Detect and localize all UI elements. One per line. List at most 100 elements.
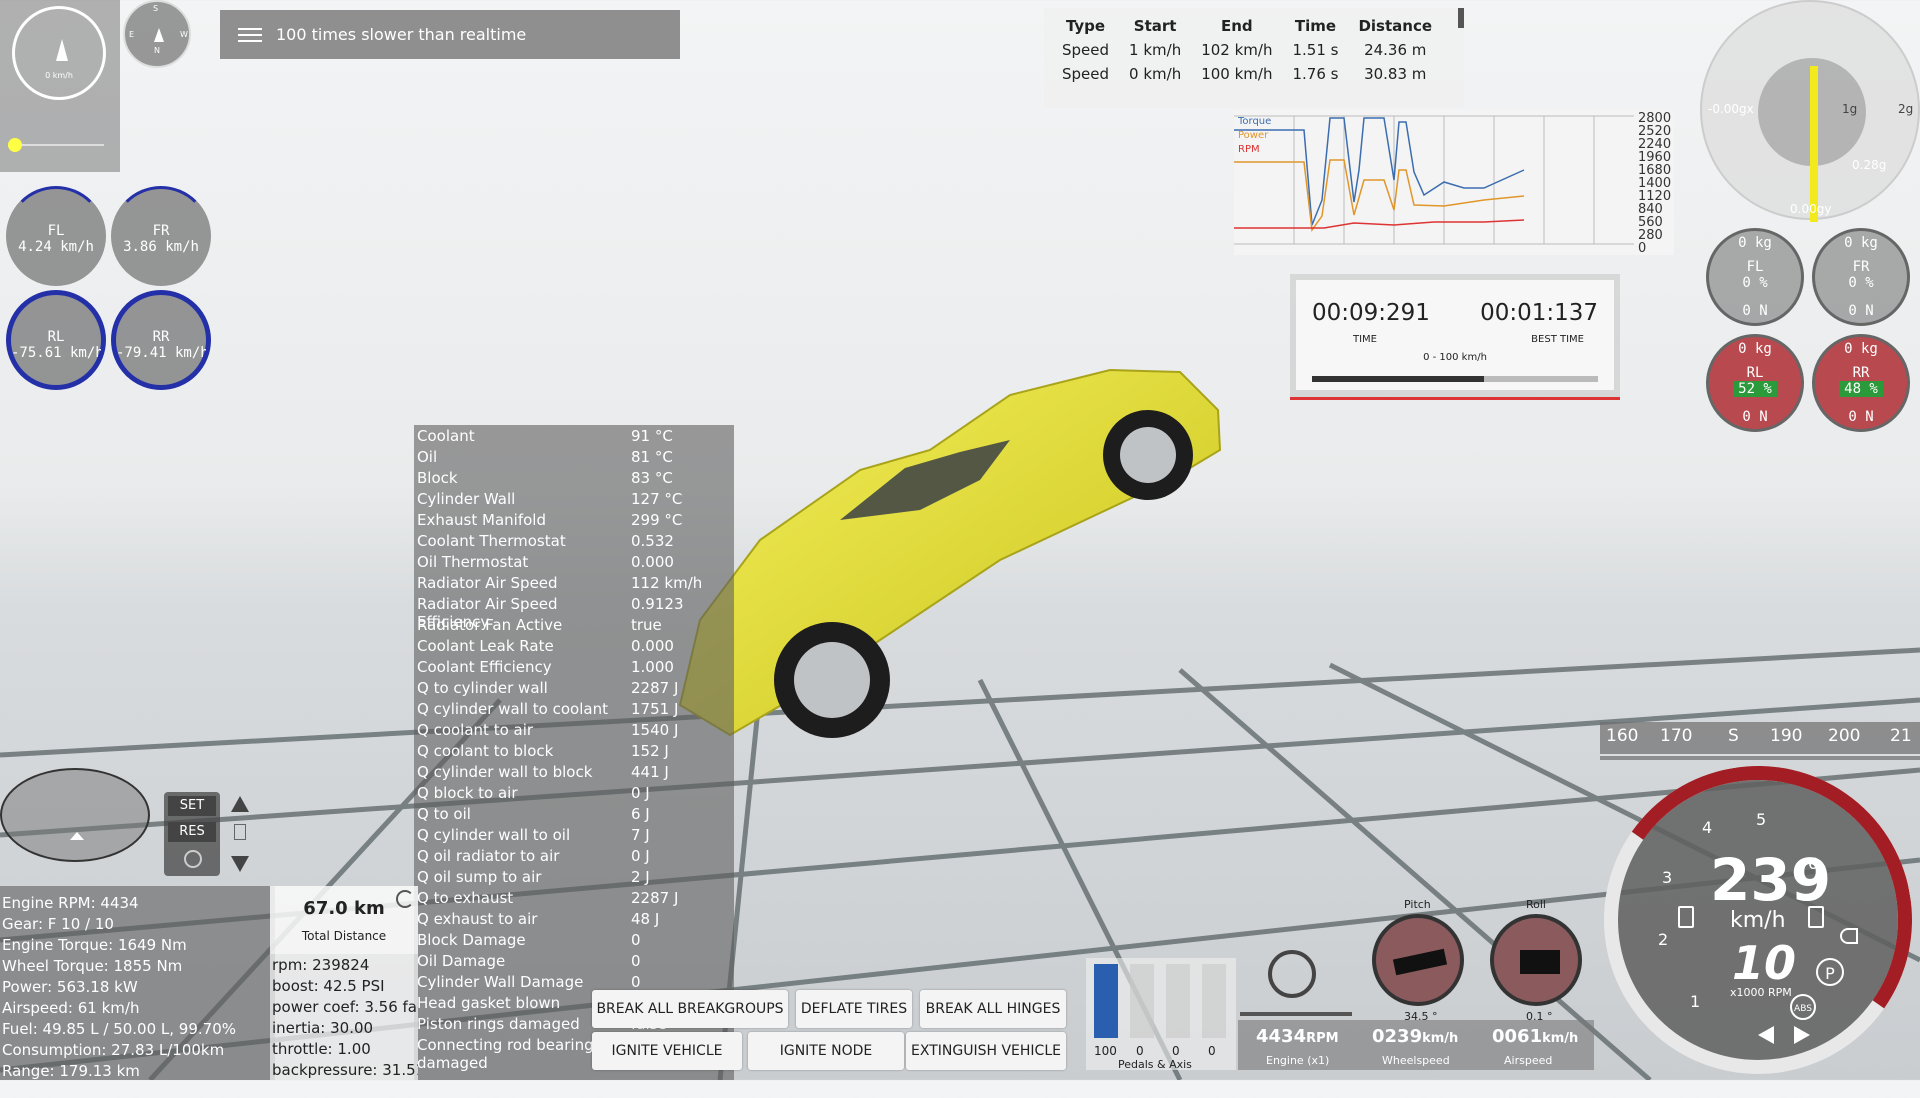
row-value: 0.000 bbox=[631, 553, 674, 571]
ignite-vehicle-button[interactable]: IGNITE VEHICLE bbox=[592, 1032, 742, 1070]
row-label: Q oil radiator to air bbox=[417, 847, 560, 865]
row-value: 81 °C bbox=[631, 448, 673, 466]
lap-timer: 00:09:291 TIME 00:01:137 BEST TIME 0 - 1… bbox=[1290, 274, 1620, 400]
cruise-down-icon[interactable] bbox=[231, 856, 249, 872]
pedal-throttle-fill bbox=[1094, 964, 1118, 1038]
heading-strip: 160 170 S 190 200 21 bbox=[1600, 722, 1920, 760]
menu-icon[interactable] bbox=[238, 24, 262, 46]
row-label: Q to oil bbox=[417, 805, 471, 823]
rpm-readout: 4434RPM bbox=[1256, 1026, 1339, 1047]
legend-power: Power bbox=[1238, 130, 1269, 141]
table-row: Radiator Fan Active true bbox=[417, 616, 732, 637]
cruise-pause-icon[interactable] bbox=[234, 824, 246, 840]
row-value: 441 J bbox=[631, 763, 669, 781]
arrow-right-icon bbox=[1794, 1026, 1810, 1044]
minimap-speed: 0 km/h bbox=[45, 71, 73, 80]
dash-unit: km/h bbox=[1730, 908, 1786, 933]
gforce-meter: -0.00gx 1g 2g 0.28g 0.00gy bbox=[1700, 0, 1920, 222]
table-row: Cylinder Wall 127 °C bbox=[417, 490, 732, 511]
table-row: Block 83 °C bbox=[417, 469, 732, 490]
speed-banner[interactable]: 100 times slower than realtime bbox=[220, 10, 680, 59]
dash-gear: 10 bbox=[1732, 936, 1797, 990]
roll-value: 0.1 ° bbox=[1526, 1010, 1553, 1023]
tire-rl: 0 kg RL 52 % 0 N bbox=[1706, 334, 1804, 432]
timer-progress bbox=[1312, 376, 1598, 382]
table-row: Coolant Thermostat 0.532 bbox=[417, 532, 732, 553]
cruise-set-button[interactable]: SET bbox=[168, 796, 216, 816]
minimap-zoom-slider[interactable] bbox=[8, 138, 104, 152]
stat-line: Consumption: 27.83 L/100km bbox=[2, 1041, 225, 1059]
stat-line: Range: 179.13 km bbox=[2, 1062, 140, 1080]
wheelspeed-readout: 0239km/h bbox=[1372, 1026, 1459, 1047]
table-row: Q to exhaust 2287 J bbox=[417, 889, 732, 910]
table-row: Q to cylinder wall 2287 J bbox=[417, 679, 732, 700]
engine-data-table: Coolant 91 °C Oil 81 °C Block 83 °C Cylinder W… bbox=[414, 425, 734, 1080]
timer-time: 00:09:291 bbox=[1312, 300, 1430, 326]
row-label: Q to cylinder wall bbox=[417, 679, 548, 697]
roll-label: Roll bbox=[1526, 898, 1546, 911]
svg-text:0: 0 bbox=[1638, 241, 1646, 255]
extinguish-vehicle-button[interactable]: EXTINGUISH VEHICLE bbox=[906, 1032, 1066, 1070]
row-value: 1540 J bbox=[631, 721, 679, 739]
engine-internal-stats: rpm: 239824 boost: 42.5 PSI power coef: 3.… bbox=[270, 954, 418, 1080]
cruise-up-icon[interactable] bbox=[231, 796, 249, 812]
row-label: Radiator Air Speed bbox=[417, 574, 558, 592]
row-label: Q cylinder wall to block bbox=[417, 763, 593, 781]
timer-best-label: BEST TIME bbox=[1531, 334, 1584, 345]
car-rear-icon bbox=[1520, 950, 1560, 974]
row-value: 152 J bbox=[631, 742, 669, 760]
break-hinges-button[interactable]: BREAK ALL HINGES bbox=[920, 990, 1066, 1028]
table-row: Speed 1 km/h 102 km/h 1.51 s 24.36 m bbox=[1062, 41, 1427, 59]
arrow-left-icon bbox=[1758, 1026, 1774, 1044]
coolant-temp-icon bbox=[1678, 906, 1694, 928]
row-value: 0 bbox=[631, 931, 641, 949]
vehicle-stats: Engine RPM: 4434 Gear: F 10 / 10 Engine To… bbox=[0, 886, 275, 1080]
table-row: Q coolant to air 1540 J bbox=[417, 721, 732, 742]
row-label: Piston rings damaged bbox=[417, 1015, 580, 1033]
row-value: 0 bbox=[631, 973, 641, 991]
row-value: 7 J bbox=[631, 826, 650, 844]
row-label: Oil bbox=[417, 448, 438, 466]
table-row: Q coolant to block 152 J bbox=[417, 742, 732, 763]
table-row: Q to oil 6 J bbox=[417, 805, 732, 826]
table-row: Q oil radiator to air 0 J bbox=[417, 847, 732, 868]
banner-text: 100 times slower than realtime bbox=[276, 25, 527, 44]
table-scrollbar[interactable] bbox=[1458, 8, 1464, 28]
dashboard-gauge: 239 km/h 10 x1000 RPM 1 2 3 4 5 6 P ABS bbox=[1579, 741, 1920, 1098]
torque-graph-plot: Torque Power RPM 2800 2520 2240 1960 168… bbox=[1234, 111, 1671, 256]
row-value: 2 J bbox=[631, 868, 650, 886]
break-breakgroups-button[interactable]: BREAK ALL BREAKGROUPS bbox=[592, 990, 788, 1028]
row-value: 91 °C bbox=[631, 427, 673, 445]
row-value: 0.9123 bbox=[631, 595, 684, 613]
row-label: Q oil sump to air bbox=[417, 868, 542, 886]
timer-accent bbox=[1290, 397, 1620, 400]
refresh-icon[interactable] bbox=[396, 890, 414, 908]
row-label: Q block to air bbox=[417, 784, 518, 802]
pitch-label: Pitch bbox=[1404, 898, 1431, 911]
row-value: 0 J bbox=[631, 847, 650, 865]
row-value: 0 J bbox=[631, 784, 650, 802]
row-label: Oil Damage bbox=[417, 952, 506, 970]
cruise-res-button[interactable]: RES bbox=[168, 822, 216, 842]
acceleration-table: Type Start End Time Distance Speed 1 km/… bbox=[1044, 8, 1464, 108]
deflate-tires-button[interactable]: DEFLATE TIRES bbox=[796, 990, 912, 1028]
row-value: 2287 J bbox=[631, 679, 679, 697]
tire-fl: 0 kg FL 0 % 0 N bbox=[1706, 228, 1804, 326]
row-label: Q coolant to air bbox=[417, 721, 534, 739]
torque-line bbox=[1234, 117, 1525, 226]
stat-line: rpm: 239824 bbox=[272, 956, 370, 974]
pedal-throttle-bar bbox=[1094, 964, 1118, 1038]
row-value: true bbox=[631, 616, 662, 634]
gforce-trace bbox=[1810, 66, 1818, 222]
table-row: Exhaust Manifold 299 °C bbox=[417, 511, 732, 532]
slider-handle[interactable] bbox=[8, 138, 22, 152]
table-row: Q cylinder wall to coolant 1751 J bbox=[417, 700, 732, 721]
ignite-node-button[interactable]: IGNITE NODE bbox=[748, 1032, 904, 1070]
graph-ticks: 2800 2520 2240 1960 1680 1400 1120 840 5… bbox=[1638, 111, 1671, 256]
pedal-parking-bar bbox=[1202, 964, 1226, 1038]
airspeed-readout: 0061km/h bbox=[1492, 1026, 1579, 1047]
table-row: Oil 81 °C bbox=[417, 448, 732, 469]
stat-line: Gear: F 10 / 10 bbox=[2, 915, 114, 933]
legend-rpm: RPM bbox=[1238, 144, 1260, 155]
row-label: Q cylinder wall to coolant bbox=[417, 700, 608, 718]
